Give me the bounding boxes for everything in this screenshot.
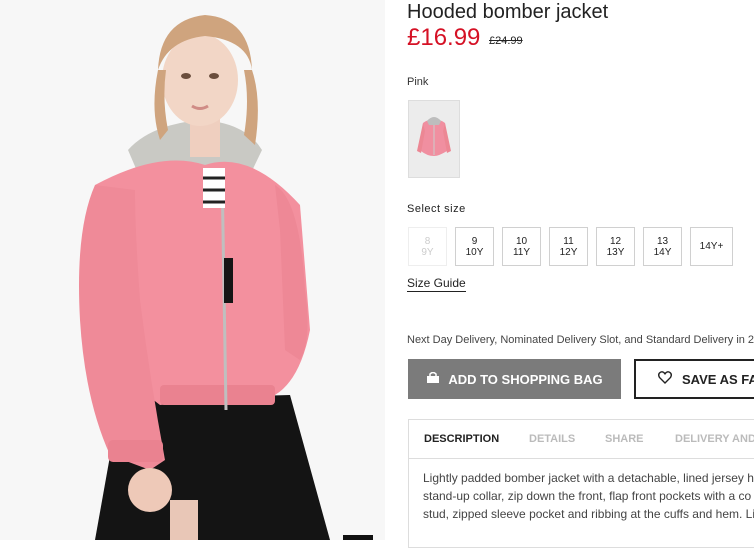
size-primary: 14Y+ [699,241,724,252]
description-line: stud, zipped sleeve pocket and ribbing a… [423,507,754,521]
product-description: Lightly padded bomber jacket with a deta… [423,469,754,523]
tab-share[interactable]: SHARE [605,433,644,445]
size-secondary: 10Y [465,246,484,258]
size-option-8[interactable]: 8 9Y [408,227,447,266]
description-line: Lightly padded bomber jacket with a deta… [423,471,754,485]
size-primary: 10 [515,235,528,247]
add-to-bag-label: ADD TO SHOPPING BAG [448,371,603,387]
jacket-thumbnail-icon [409,101,459,177]
size-option-14plus[interactable]: 14Y+ [690,227,733,266]
tab-details[interactable]: DETAILS [529,433,575,445]
tab-delivery[interactable]: DELIVERY AND [675,433,754,445]
size-option-10[interactable]: 10 11Y [502,227,541,266]
size-primary: 12 [609,235,622,247]
color-label: Pink [407,76,429,88]
size-primary: 11 [563,235,574,247]
size-option-13[interactable]: 13 14Y [643,227,682,266]
save-as-favourite-label: SAVE AS FAV [682,371,754,387]
size-secondary: 12Y [559,246,578,258]
heart-icon [658,371,672,387]
image-scroll-indicator [343,535,373,540]
product-price: £16.99 [407,24,481,51]
product-image[interactable] [0,0,385,540]
size-guide-link[interactable]: Size Guide [407,276,466,292]
size-primary: 8 [424,235,431,247]
size-secondary: 11Y [512,246,531,258]
size-options: 8 9Y 9 10Y 10 11Y 11 12Y 12 13Y 13 14Y 1… [408,227,733,266]
product-old-price: £24.99 [489,35,523,47]
size-option-9[interactable]: 9 10Y [455,227,494,266]
bag-icon [426,371,440,387]
product-title: Hooded bomber jacket [407,1,609,23]
size-secondary: 14Y [653,246,672,258]
size-secondary: 9Y [421,246,434,258]
size-secondary: 13Y [606,246,625,258]
tab-description[interactable]: DESCRIPTION [424,433,499,445]
color-swatch-pink[interactable] [408,100,460,178]
add-to-bag-button[interactable]: ADD TO SHOPPING BAG [408,359,621,399]
size-primary: 13 [656,235,669,247]
save-as-favourite-button[interactable]: SAVE AS FAV [634,359,754,399]
size-primary: 9 [471,235,478,247]
description-line: stand-up collar, zip down the front, fla… [423,489,752,503]
product-info-tabs: DESCRIPTION DETAILS SHARE DELIVERY AND [408,419,754,459]
model-illustration [0,0,385,540]
size-option-12[interactable]: 12 13Y [596,227,635,266]
delivery-info: Next Day Delivery, Nominated Delivery Sl… [407,334,754,346]
select-size-label: Select size [407,203,466,215]
size-option-11[interactable]: 11 12Y [549,227,588,266]
